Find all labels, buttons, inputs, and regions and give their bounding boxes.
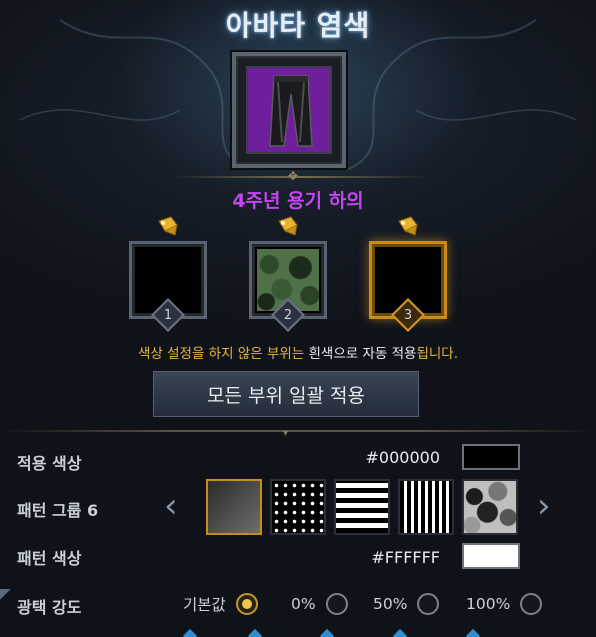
gloss-option-100[interactable]: 100% (466, 593, 543, 615)
item-icon-background (246, 66, 332, 154)
pattern-option-solid[interactable] (206, 479, 262, 535)
pattern-option-dots[interactable] (270, 479, 326, 535)
gem-icon (182, 628, 198, 637)
gloss-option-label: 기본값 (183, 596, 226, 614)
slot-number: 2 (283, 307, 293, 323)
notice-part: 됩니다. (416, 346, 458, 362)
slot-number: 1 (163, 307, 173, 323)
gem-icon (247, 628, 263, 637)
dye-bucket-icon (158, 216, 178, 236)
divider-ornament-icon: ✥ (288, 169, 299, 183)
pattern-color-hex: #FFFFFF (371, 548, 440, 567)
dye-bucket-icon (398, 216, 418, 236)
pattern-option-horizontal-stripes[interactable] (334, 479, 390, 535)
gloss-option-50[interactable]: 50% (373, 593, 440, 615)
dye-bucket-icon (278, 216, 298, 236)
section-divider-icon: ▾ (283, 428, 289, 439)
gloss-option-label: 50% (373, 595, 408, 613)
radio-icon[interactable] (520, 593, 543, 615)
radio-icon[interactable] (325, 593, 348, 615)
section-divider (0, 430, 596, 432)
pattern-option-vertical-stripes[interactable] (398, 479, 454, 535)
radio-selected-icon[interactable] (235, 593, 258, 615)
pattern-group-label: 패턴 그룹 6 (17, 501, 99, 520)
gloss-option-default[interactable]: 기본값 (183, 593, 258, 615)
pattern-color-label: 패턴 색상 (17, 549, 82, 568)
apply-color-label: 적용 색상 (17, 454, 82, 473)
side-marker-icon: ◤ (0, 586, 11, 602)
gloss-option-label: 100% (466, 595, 511, 613)
notice-part: 색상 설정을 하지 않은 부위는 (137, 346, 309, 362)
gloss-label: 광택 강도 (17, 598, 82, 617)
apply-all-button[interactable]: 모든 부위 일괄 적용 (153, 371, 419, 417)
gloss-option-label: 0% (291, 595, 316, 613)
pattern-option-camo[interactable] (462, 479, 518, 535)
bottom-decoration (0, 628, 596, 637)
apply-color-swatch[interactable] (462, 444, 520, 470)
pattern-color-swatch[interactable] (462, 543, 520, 569)
apply-color-hex: #000000 (365, 448, 440, 467)
gloss-option-0[interactable]: 0% (291, 593, 348, 615)
chevron-left-icon[interactable]: ‹ (164, 486, 178, 526)
radio-icon[interactable] (417, 593, 440, 615)
item-name: 4주년 용기 하의 (232, 190, 364, 212)
gem-icon (319, 628, 335, 637)
window-title: 아바타 염색 (225, 9, 371, 42)
notice-part: 으로 자동 적용 (333, 346, 417, 362)
slot-number: 3 (403, 307, 413, 323)
chevron-right-icon[interactable]: › (537, 486, 551, 526)
notice-text: 색상 설정을 하지 않은 부위는 흰색으로 자동 적용됩니다. (0, 342, 596, 362)
notice-highlight: 흰색 (308, 346, 334, 362)
gem-icon (392, 628, 408, 637)
item-preview-frame (232, 52, 346, 168)
pants-icon (269, 75, 313, 147)
title-divider (170, 176, 428, 178)
gem-icon (465, 628, 481, 637)
